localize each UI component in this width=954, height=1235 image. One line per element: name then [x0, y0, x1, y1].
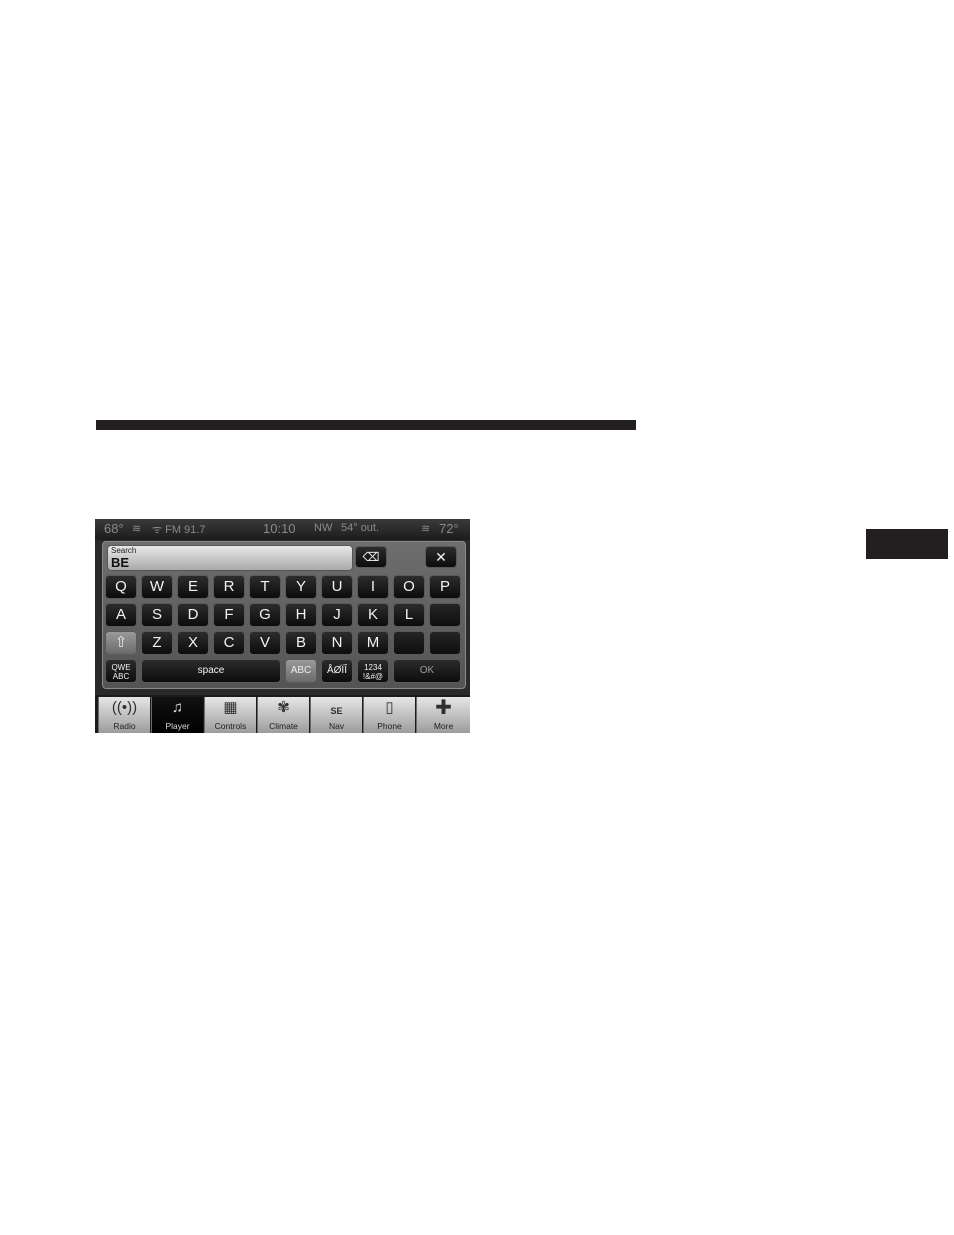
symbols-label: !&#@	[362, 672, 384, 681]
nav-tab-phone[interactable]: ▯ Phone	[363, 697, 415, 733]
key-z[interactable]: Z	[141, 631, 173, 655]
heated-seat-left-icon: ≋	[132, 523, 142, 535]
clock: 10:10	[263, 521, 296, 536]
plus-icon: ✚	[435, 697, 452, 719]
key-blank[interactable]	[429, 603, 461, 627]
nav-label: Nav	[328, 721, 345, 731]
close-button[interactable]: ✕	[425, 546, 457, 568]
nav-label: More	[433, 721, 454, 731]
nav-label: Player	[165, 721, 190, 731]
shift-icon: ⇧	[114, 634, 128, 651]
radio-station: FM 91.7	[165, 524, 206, 536]
outside-temp: 54° out.	[341, 522, 380, 534]
key-s[interactable]: S	[141, 603, 173, 627]
key-l[interactable]: L	[393, 603, 425, 627]
climate-icon: ✾	[277, 699, 290, 716]
key-m[interactable]: M	[357, 631, 389, 655]
close-icon: ✕	[435, 549, 447, 565]
key-u[interactable]: U	[321, 575, 353, 599]
key-h[interactable]: H	[285, 603, 317, 627]
section-rule	[96, 420, 636, 430]
nav-tab-player[interactable]: ♫ Player	[151, 697, 203, 733]
status-bar: 68° ≋ ᯤ FM 91.7 10:10 NW 54° out. ≋ 72°	[95, 519, 470, 540]
key-f[interactable]: F	[213, 603, 245, 627]
space-key[interactable]: space	[141, 659, 281, 683]
key-i[interactable]: I	[357, 575, 389, 599]
compass-icon: SE	[330, 706, 343, 716]
nav-tab-more[interactable]: ✚ More	[416, 697, 470, 733]
key-y[interactable]: Y	[285, 575, 317, 599]
touchscreen: 68° ≋ ᯤ FM 91.7 10:10 NW 54° out. ≋ 72° …	[95, 519, 470, 733]
signal-icon: ᯤ	[152, 524, 166, 536]
shift-key[interactable]: ⇧	[105, 631, 137, 655]
heated-seat-right-icon: ≋	[421, 523, 431, 535]
numbers-symbols-key[interactable]: 1234 !&#@	[357, 659, 389, 683]
key-e[interactable]: E	[177, 575, 209, 599]
layout-top-label: QWE	[111, 663, 131, 672]
nav-tab-radio[interactable]: ((•)) Radio	[98, 697, 150, 733]
driver-temp: 68°	[104, 521, 124, 536]
key-d[interactable]: D	[177, 603, 209, 627]
key-n[interactable]: N	[321, 631, 353, 655]
abc-key[interactable]: ABC	[285, 659, 317, 683]
nav-label: Phone	[377, 721, 402, 731]
search-value: BE	[111, 555, 130, 570]
nav-label: Controls	[214, 721, 247, 731]
key-v[interactable]: V	[249, 631, 281, 655]
key-j[interactable]: J	[321, 603, 353, 627]
key-w[interactable]: W	[141, 575, 173, 599]
radio-status: ᯤ FM 91.7	[152, 522, 205, 537]
controls-icon: ▦	[223, 699, 238, 716]
radio-icon: ((•))	[111, 699, 138, 716]
nav-label: Climate	[269, 721, 298, 731]
backspace-button[interactable]: ⌫	[355, 546, 387, 568]
backspace-icon: ⌫	[362, 550, 380, 564]
key-r[interactable]: R	[213, 575, 245, 599]
nav-tab-controls[interactable]: ▦ Controls	[204, 697, 256, 733]
compass-heading: NW	[314, 522, 333, 534]
search-label: Search	[111, 546, 137, 555]
layout-bottom-label: ABC	[112, 672, 130, 681]
keyboard-panel: Search BE ⌫ ✕ Q W E R T Y U I O P A S D …	[102, 541, 466, 689]
key-k[interactable]: K	[357, 603, 389, 627]
layout-toggle-key[interactable]: QWE ABC	[105, 659, 137, 683]
phone-icon: ▯	[385, 699, 394, 716]
nav-tab-climate[interactable]: ✾ Climate	[257, 697, 309, 733]
key-p[interactable]: P	[429, 575, 461, 599]
key-c[interactable]: C	[213, 631, 245, 655]
key-b[interactable]: B	[285, 631, 317, 655]
section-tab-marker	[866, 529, 948, 559]
nav-tab-nav[interactable]: SE Nav	[310, 697, 362, 733]
numbers-label: 1234	[364, 663, 382, 672]
accents-key[interactable]: ÅØÏÎ	[321, 659, 353, 683]
key-q[interactable]: Q	[105, 575, 137, 599]
nav-label: Radio	[113, 721, 136, 731]
passenger-temp: 72°	[439, 521, 459, 536]
search-field[interactable]: Search BE	[107, 545, 353, 571]
key-x[interactable]: X	[177, 631, 209, 655]
key-t[interactable]: T	[249, 575, 281, 599]
ok-key[interactable]: OK	[393, 659, 461, 683]
key-a[interactable]: A	[105, 603, 137, 627]
bottom-nav: ((•)) Radio ♫ Player ▦ Controls ✾ Climat…	[95, 695, 470, 733]
key-blank[interactable]	[393, 631, 425, 655]
key-blank[interactable]	[429, 631, 461, 655]
key-g[interactable]: G	[249, 603, 281, 627]
key-o[interactable]: O	[393, 575, 425, 599]
player-icon: ♫	[171, 699, 184, 716]
